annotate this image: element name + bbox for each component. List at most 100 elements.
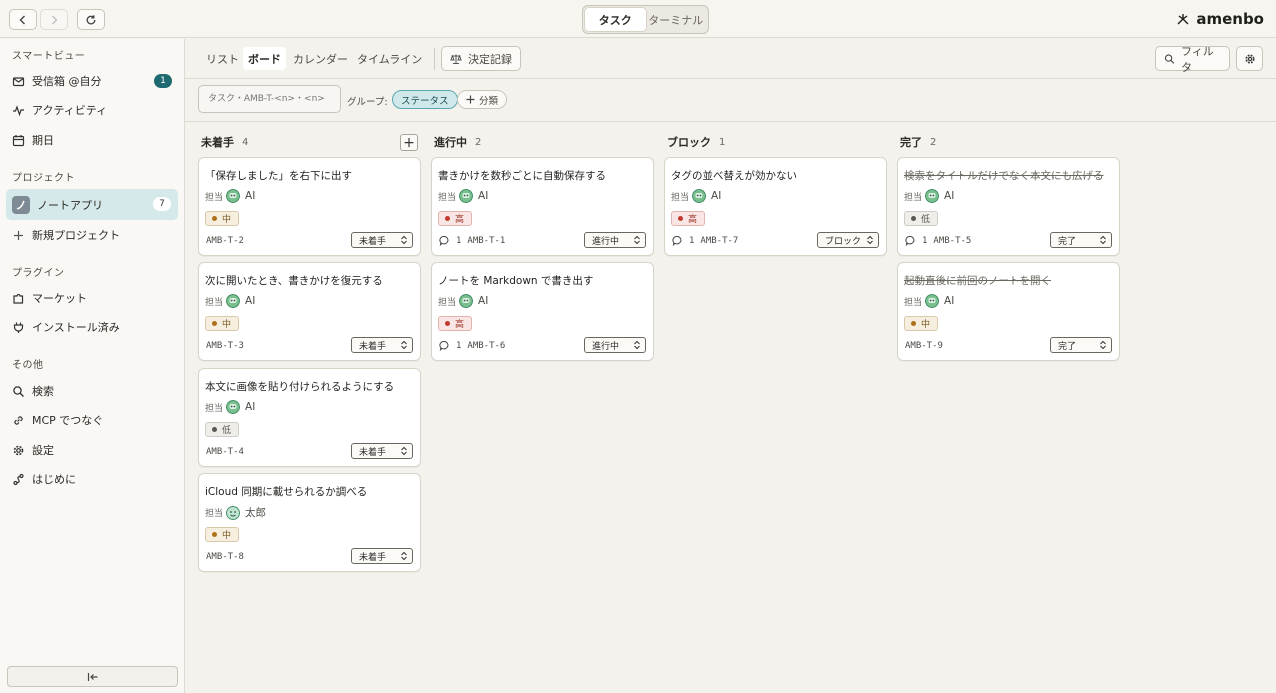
- section-smart-view: スマートビュー: [12, 51, 86, 62]
- segment-terminal[interactable]: ターミナル: [646, 8, 707, 31]
- task-assignee: 担当 AI: [205, 400, 255, 414]
- priority-badge: 高: [438, 211, 473, 226]
- sidebar-item-settings[interactable]: 設定: [6, 436, 178, 464]
- sidebar: スマートビュー 受信箱 @自分 1 アクティビティ 期日 プロジェクト ノ ノー…: [0, 39, 185, 693]
- column-count: 1: [719, 136, 726, 148]
- ai-avatar-icon: [226, 400, 241, 414]
- task-id: AMB-T-8: [206, 552, 244, 562]
- status-select-done[interactable]: 完了: [1050, 232, 1112, 248]
- sidebar-item-note-app[interactable]: ノ ノートアプリ 7: [6, 189, 178, 220]
- tab-calendar[interactable]: カレンダー: [288, 47, 353, 70]
- sidebar-item-activity[interactable]: アクティビティ: [6, 96, 178, 124]
- status-select-done[interactable]: 完了: [1050, 337, 1112, 353]
- comment-count: 1: [689, 235, 695, 246]
- updown-chevron-icon: [634, 340, 640, 350]
- user-avatar-icon: [226, 505, 241, 520]
- group-label: グループ:: [347, 97, 388, 108]
- task-id: AMB-T-7: [700, 235, 739, 246]
- priority-dot: [911, 321, 916, 326]
- priority-label: 高: [455, 320, 465, 330]
- task-card[interactable]: 書きかけを数秒ごとに自動保存する 担当 AI 高 1 AMB-T-1 進行中: [431, 157, 654, 256]
- collapse-sidebar-button[interactable]: [7, 666, 178, 687]
- task-assignee: 担当 AI: [205, 189, 255, 203]
- add-category-chip[interactable]: 分類: [457, 90, 508, 109]
- reload-icon: [86, 14, 96, 24]
- task-card[interactable]: ノートを Markdown で書き出す 担当 AI 高 1 AMB-T-6 進行中: [431, 262, 654, 361]
- gear-icon: [13, 445, 24, 455]
- assignee-label: 担当: [904, 297, 923, 308]
- task-search-input[interactable]: [198, 85, 341, 113]
- updown-chevron-icon: [867, 235, 873, 245]
- priority-dot: [212, 532, 217, 537]
- task-card[interactable]: 「保存しました」を右下に出す 担当 AI 中 AMB-T-2 未着手: [198, 157, 421, 256]
- task-id: AMB-T-6: [467, 340, 506, 351]
- priority-badge: 高: [671, 211, 706, 226]
- priority-label: 高: [688, 215, 698, 225]
- reload-button[interactable]: [77, 9, 105, 30]
- assignee-label: 担当: [205, 403, 224, 414]
- segment-tasks[interactable]: タスク: [585, 8, 646, 31]
- sidebar-item-inbox[interactable]: 受信箱 @自分 1: [6, 67, 178, 95]
- column-count: 2: [475, 136, 482, 148]
- sidebar-item-due[interactable]: 期日: [6, 126, 178, 154]
- status-select-in-progress[interactable]: 進行中: [584, 337, 646, 353]
- priority-label: 中: [222, 215, 232, 225]
- task-card[interactable]: 本文に画像を貼り付けられるようにする 担当 AI 低 AMB-T-4 未着手: [198, 368, 421, 467]
- task-card[interactable]: タグの並べ替えが効かない 担当 AI 高 1 AMB-T-7 ブロック: [664, 157, 887, 256]
- comment-icon: [672, 235, 682, 246]
- task-assignee: 担当 AI: [671, 189, 721, 203]
- sidebar-item-label: ノートアプリ: [37, 198, 103, 212]
- project-icon: ノ: [12, 195, 30, 214]
- board-settings-button[interactable]: [1236, 46, 1263, 71]
- task-assignee: 担当 AI: [438, 189, 488, 203]
- tab-timeline[interactable]: タイムライン: [352, 47, 427, 70]
- forward-button[interactable]: [40, 9, 68, 30]
- task-card[interactable]: 起動直後に前回のノートを開く 担当 AI 中 AMB-T-9 完了: [897, 262, 1120, 361]
- task-card[interactable]: 次に開いたとき、書きかけを復元する 担当 AI 中 AMB-T-3 未着手: [198, 262, 421, 361]
- column-title: 完了: [900, 136, 922, 149]
- ai-avatar-icon: [925, 189, 940, 203]
- brand-name: amenbo: [1196, 10, 1264, 28]
- sidebar-item-mcp[interactable]: MCP でつなぐ: [6, 406, 178, 434]
- add-task-button[interactable]: +: [400, 134, 418, 151]
- priority-badge: 高: [438, 316, 473, 331]
- assignee-name: AI: [711, 190, 722, 202]
- sidebar-item-search[interactable]: 検索: [6, 377, 178, 405]
- sidebar-item-getting-started[interactable]: はじめに: [6, 465, 178, 493]
- task-title: 検索をタイトルだけでなく本文にも広げる: [904, 170, 1104, 182]
- back-button[interactable]: [9, 9, 37, 30]
- task-id: AMB-T-2: [206, 236, 244, 246]
- assignee-name: AI: [245, 190, 256, 202]
- sidebar-item-market[interactable]: マーケット: [6, 284, 178, 312]
- comment-count: 1: [922, 235, 928, 246]
- status-value: 未着手: [359, 341, 387, 352]
- status-select-in-progress[interactable]: 進行中: [584, 232, 646, 248]
- status-select-todo[interactable]: 未着手: [351, 443, 413, 459]
- status-select-todo[interactable]: 未着手: [351, 337, 413, 353]
- sidebar-item-new-project[interactable]: 新規プロジェクト: [6, 221, 178, 249]
- activity-icon: [13, 104, 24, 116]
- decision-log-label: 決定記録: [468, 52, 512, 66]
- tab-list[interactable]: リスト: [201, 47, 244, 70]
- task-title: 「保存しました」を右下に出す: [205, 170, 352, 182]
- column-title: 進行中: [434, 136, 467, 149]
- filter-button[interactable]: フィルタ: [1155, 45, 1230, 74]
- tab-board[interactable]: ボード: [243, 47, 286, 70]
- assignee-label: 担当: [205, 297, 224, 308]
- group-status-chip[interactable]: ステータス: [392, 90, 458, 109]
- updown-chevron-icon: [1100, 340, 1106, 350]
- status-select-blocked[interactable]: ブロック: [817, 232, 879, 248]
- updown-chevron-icon: [401, 446, 407, 456]
- task-title: ノートを Markdown で書き出す: [438, 275, 594, 287]
- status-select-todo[interactable]: 未着手: [351, 548, 413, 564]
- assignee-name: AI: [478, 190, 489, 202]
- sidebar-item-installed[interactable]: インストール済み: [6, 313, 178, 341]
- status-select-todo[interactable]: 未着手: [351, 232, 413, 248]
- task-card[interactable]: 検索をタイトルだけでなく本文にも広げる 担当 AI 低 1 AMB-T-5 完了: [897, 157, 1120, 256]
- priority-dot: [678, 216, 683, 221]
- task-id: AMB-T-1: [467, 235, 506, 246]
- decision-log-button[interactable]: 決定記録: [441, 46, 521, 71]
- section-plugins: プラグイン: [12, 268, 65, 279]
- task-card[interactable]: iCloud 同期に載せられるか調べる 担当 太郎中 AMB-T-8 未着手: [198, 473, 421, 572]
- section-projects: プロジェクト: [12, 173, 75, 184]
